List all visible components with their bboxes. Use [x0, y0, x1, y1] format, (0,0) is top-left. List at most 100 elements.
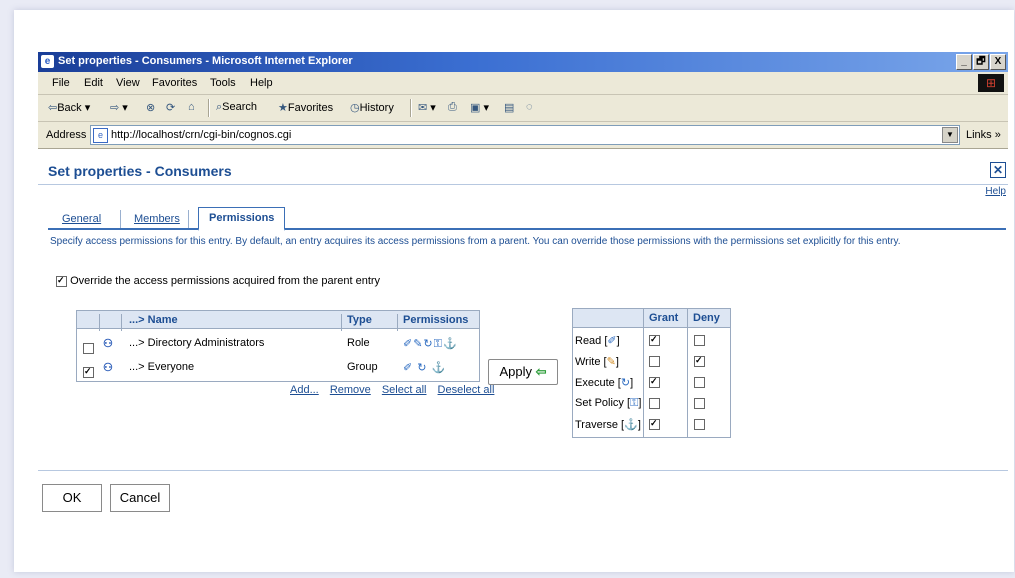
search-button[interactable]: ⌕Search — [216, 101, 257, 114]
tab-separator — [188, 210, 189, 228]
toolbar: ⇦Back ▾ ⇨ ▾ ⊗ ⟳ ⌂ ⌕Search ★Favorites ◷Hi… — [38, 95, 1008, 122]
word-icon: ▣ — [470, 102, 481, 114]
tab-general[interactable]: General — [62, 213, 101, 225]
home-button[interactable]: ⌂ — [188, 101, 195, 113]
checkbox[interactable] — [694, 355, 705, 367]
permission-row-traverse: Traverse [⚓] — [573, 413, 730, 434]
back-label: Back — [57, 102, 82, 114]
override-label: Override the access permissions acquired… — [70, 275, 381, 287]
entries-table: ...> Name Type Permissions ⚇ ...> Direct… — [76, 310, 480, 382]
menu-favorites[interactable]: Favorites — [152, 77, 197, 89]
refresh-icon: ⟳ — [166, 102, 176, 114]
menu-edit[interactable]: Edit — [84, 77, 103, 89]
deny-checkbox[interactable] — [694, 376, 705, 388]
favorites-button[interactable]: ★Favorites — [278, 101, 333, 114]
history-button[interactable]: ◷History — [350, 101, 394, 114]
edit-button[interactable]: ▣ ▾ — [470, 101, 489, 114]
close-window-button[interactable]: X — [990, 54, 1006, 70]
entries-table-header: ...> Name Type Permissions — [77, 311, 479, 331]
label-text: Set Policy — [575, 397, 624, 409]
menu-view[interactable]: View — [116, 77, 140, 89]
header-name[interactable]: ...> Name — [129, 314, 178, 326]
label-text: Write — [575, 356, 601, 368]
apply-button[interactable]: Apply ⇦ — [488, 359, 558, 385]
window-controls: _ 🗗 X — [955, 54, 1006, 70]
menu-file[interactable]: File — [52, 77, 70, 89]
discuss-button[interactable]: ▤ — [504, 101, 514, 114]
toolbar-separator — [208, 99, 210, 117]
override-checkbox[interactable] — [56, 275, 67, 287]
links-button[interactable]: Links » — [966, 129, 1001, 141]
address-input[interactable]: e http://localhost/crn/cgi-bin/cognos.cg… — [90, 125, 960, 145]
checkbox[interactable] — [694, 418, 705, 430]
checkbox[interactable] — [83, 343, 94, 354]
remove-link[interactable]: Remove — [330, 384, 371, 396]
close-icon[interactable]: ✕ — [990, 162, 1006, 178]
menu-tools[interactable]: Tools — [210, 77, 236, 89]
forward-button[interactable]: ⇨ ▾ — [110, 101, 128, 114]
mail-icon: ✉ — [418, 102, 428, 114]
read-icon: ✐ — [607, 335, 617, 347]
override-option: Override the access permissions acquired… — [56, 275, 380, 287]
favorites-icon: ★ — [278, 102, 288, 114]
refresh-button[interactable]: ⟳ — [166, 101, 175, 114]
back-button[interactable]: ⇦Back ▾ — [48, 101, 90, 114]
select-all-link[interactable]: Select all — [382, 384, 427, 396]
column-divider — [341, 314, 342, 331]
add-link[interactable]: Add... — [290, 384, 319, 396]
permission-row-write: Write [✎] — [573, 350, 730, 371]
execute-icon: ↻ — [620, 377, 631, 389]
checkbox[interactable] — [649, 376, 660, 388]
checkbox[interactable] — [694, 397, 705, 409]
ok-button[interactable]: OK — [42, 484, 102, 512]
permission-row-execute: Execute [↻] — [573, 371, 730, 392]
forward-arrow-icon: ⇨ — [110, 102, 120, 114]
checkbox[interactable] — [649, 418, 660, 430]
messenger-button[interactable]: ◌ — [526, 101, 533, 113]
checkbox[interactable] — [649, 334, 660, 346]
table-row: ⚇ ...> Directory Administrators Role ✐✎↻… — [77, 331, 479, 355]
minimize-button[interactable]: _ — [956, 54, 972, 70]
deselect-all-link[interactable]: Deselect all — [438, 384, 495, 396]
messenger-icon: ◌ — [526, 101, 533, 113]
grant-checkbox[interactable] — [649, 376, 660, 388]
label-text: Traverse — [575, 419, 618, 431]
permission-row-set-policy: Set Policy [⚿] — [573, 392, 730, 413]
maximize-button[interactable]: 🗗 — [973, 54, 989, 70]
menu-bar: File Edit View Favorites Tools Help ⊞ — [38, 72, 1008, 95]
print-button[interactable]: ⎙ — [448, 101, 457, 114]
entry-name[interactable]: ...> Everyone — [129, 361, 194, 373]
checkbox[interactable] — [649, 355, 660, 367]
stop-button[interactable]: ⊗ — [146, 101, 155, 114]
help-link[interactable]: Help — [985, 186, 1006, 197]
column-divider — [397, 314, 398, 331]
tab-members[interactable]: Members — [134, 213, 180, 225]
permission-label: Read [✐] — [575, 335, 620, 347]
checkbox[interactable] — [649, 397, 660, 409]
header-type: Type — [347, 314, 372, 326]
deny-checkbox[interactable] — [694, 397, 705, 409]
cancel-button[interactable]: Cancel — [110, 484, 170, 512]
grant-checkbox[interactable] — [649, 334, 660, 346]
browser-window: e Set properties - Consumers - Microsoft… — [38, 52, 1008, 520]
deny-checkbox[interactable] — [694, 418, 705, 430]
checkbox[interactable] — [694, 376, 705, 388]
title-bar: e Set properties - Consumers - Microsoft… — [38, 52, 1008, 72]
deny-checkbox[interactable] — [694, 334, 705, 346]
entry-type: Group — [347, 361, 378, 373]
checkbox[interactable] — [694, 334, 705, 346]
entries-actions: Add... Remove Select all Deselect all — [282, 384, 494, 396]
deny-checkbox[interactable] — [694, 355, 705, 367]
entry-name[interactable]: ...> Directory Administrators — [129, 337, 264, 349]
grant-checkbox[interactable] — [649, 418, 660, 430]
tab-permissions[interactable]: Permissions — [198, 207, 286, 231]
traverse-icon: ⚓ — [624, 419, 638, 431]
address-dropdown-icon[interactable]: ▼ — [942, 127, 958, 143]
grant-checkbox[interactable] — [649, 355, 660, 367]
checkbox[interactable] — [83, 367, 94, 378]
grant-checkbox[interactable] — [649, 397, 660, 409]
page-title: Set properties - Consumers — [48, 163, 232, 179]
mail-button[interactable]: ✉ ▾ — [418, 101, 436, 114]
stop-icon: ⊗ — [146, 102, 156, 114]
menu-help[interactable]: Help — [250, 77, 273, 89]
